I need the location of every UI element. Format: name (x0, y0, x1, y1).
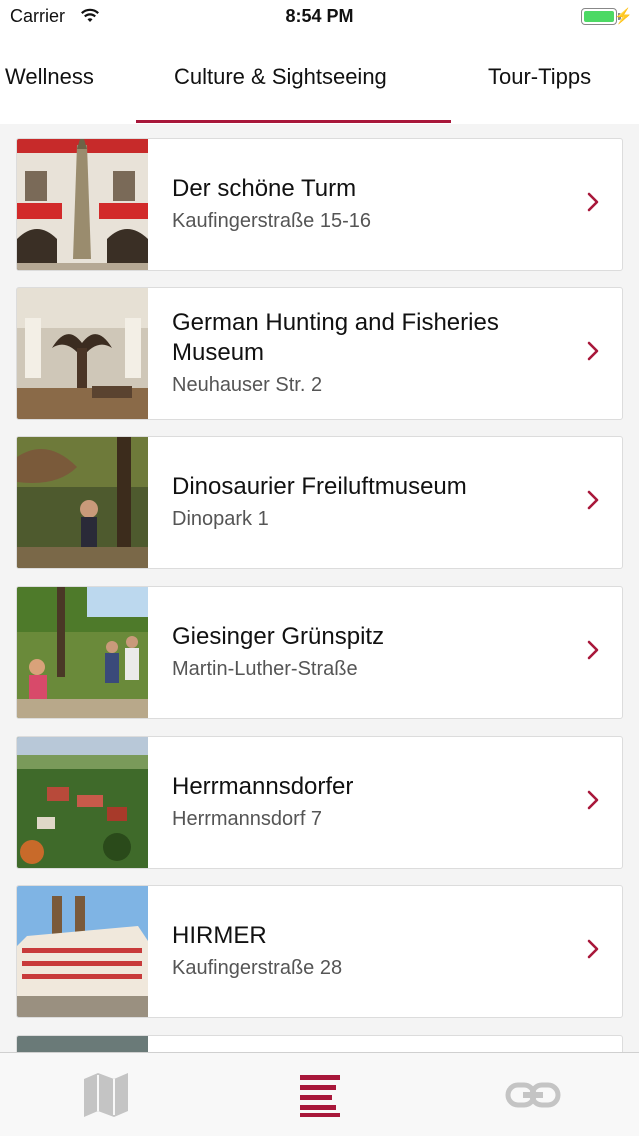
category-tabs: Wellness Culture & Sightseeing Tour-Tipp… (0, 34, 639, 124)
list-item[interactable]: Dinosaurier Freiluftmuseum Dinopark 1 (16, 436, 623, 569)
list-item-address: Neuhauser Str. 2 (172, 373, 323, 396)
sights-list[interactable]: Der schöne Turm Kaufingerstraße 15-16 Ge… (0, 124, 639, 1052)
chevron-right-icon (587, 790, 599, 810)
list-item-title: Der schöne Turm (172, 174, 357, 202)
dinopark-thumbnail (17, 437, 148, 568)
tabbar-map[interactable] (76, 1067, 136, 1123)
list-item-text: Dinosaurier Freiluftmuseum Dinopark 1 (172, 437, 572, 568)
list-item-text: Herrmannsdorfer Herrmannsdorf 7 (172, 737, 572, 868)
list-item-text: Giesinger Grünspitz Martin-Luther-Straße (172, 587, 572, 718)
chevron-right-icon (587, 192, 599, 212)
list-item-title: German Hunting and Fisheries Museum (172, 308, 499, 366)
chevron-right-icon (587, 640, 599, 660)
list-item[interactable]: Der schöne Turm Kaufingerstraße 15-16 (16, 138, 623, 271)
chevron-right-icon (587, 341, 599, 361)
list-item-partial[interactable] (16, 1035, 623, 1052)
list-item-address: Dinopark 1 (172, 507, 269, 530)
list-icon (300, 1075, 340, 1117)
list-item[interactable]: Herrmannsdorfer Herrmannsdorf 7 (16, 736, 623, 869)
active-tab-indicator (136, 120, 451, 123)
list-item-address: Martin-Luther-Straße (172, 657, 358, 680)
list-item-address: Kaufingerstraße 15-16 (172, 209, 372, 232)
list-item-text: HIRMER Kaufingerstraße 28 (172, 886, 572, 1017)
charging-bolt-icon: ⚡ (614, 8, 633, 25)
tabbar-link[interactable] (503, 1067, 563, 1123)
battery-icon (581, 8, 617, 25)
tower-facade-thumbnail (17, 139, 148, 270)
list-item-title: HIRMER (172, 921, 267, 949)
chevron-right-icon (587, 490, 599, 510)
list-item-title: Herrmannsdorfer (172, 772, 354, 800)
clock: 8:54 PM (285, 6, 354, 26)
chevron-right-icon (587, 939, 599, 959)
list-item[interactable]: Giesinger Grünspitz Martin-Luther-Straße (16, 586, 623, 719)
list-item[interactable]: German Hunting and Fisheries Museum Neuh… (16, 287, 623, 420)
tab-culture-sightseeing[interactable]: Culture & Sightseeing (174, 64, 387, 90)
tab-wellness[interactable]: Wellness (5, 64, 94, 90)
hirmer-building-thumbnail (17, 886, 148, 1017)
park-crowd-thumbnail (17, 587, 148, 718)
map-icon (84, 1073, 128, 1117)
bottom-tab-bar (0, 1052, 639, 1136)
list-item-title: Dinosaurier Freiluftmuseum (172, 472, 467, 500)
tab-tour-tipps[interactable]: Tour-Tipps (488, 64, 591, 90)
list-item-text: Der schöne Turm Kaufingerstraße 15-16 (172, 139, 572, 270)
link-icon (505, 1082, 561, 1108)
list-item-title: Giesinger Grünspitz (172, 622, 385, 650)
list-item-address: Herrmannsdorf 7 (172, 807, 323, 830)
museum-interior-thumbnail (17, 288, 148, 419)
list-item[interactable]: HIRMER Kaufingerstraße 28 (16, 885, 623, 1018)
list-item-address: Kaufingerstraße 28 (172, 956, 343, 979)
tabbar-list[interactable] (290, 1067, 350, 1123)
status-bar: Carrier 8:54 PM ⚡ (0, 0, 639, 34)
aerial-village-thumbnail (17, 737, 148, 868)
next-item-thumbnail (17, 1036, 148, 1052)
list-item-text: German Hunting and Fisheries Museum Neuh… (172, 288, 572, 419)
